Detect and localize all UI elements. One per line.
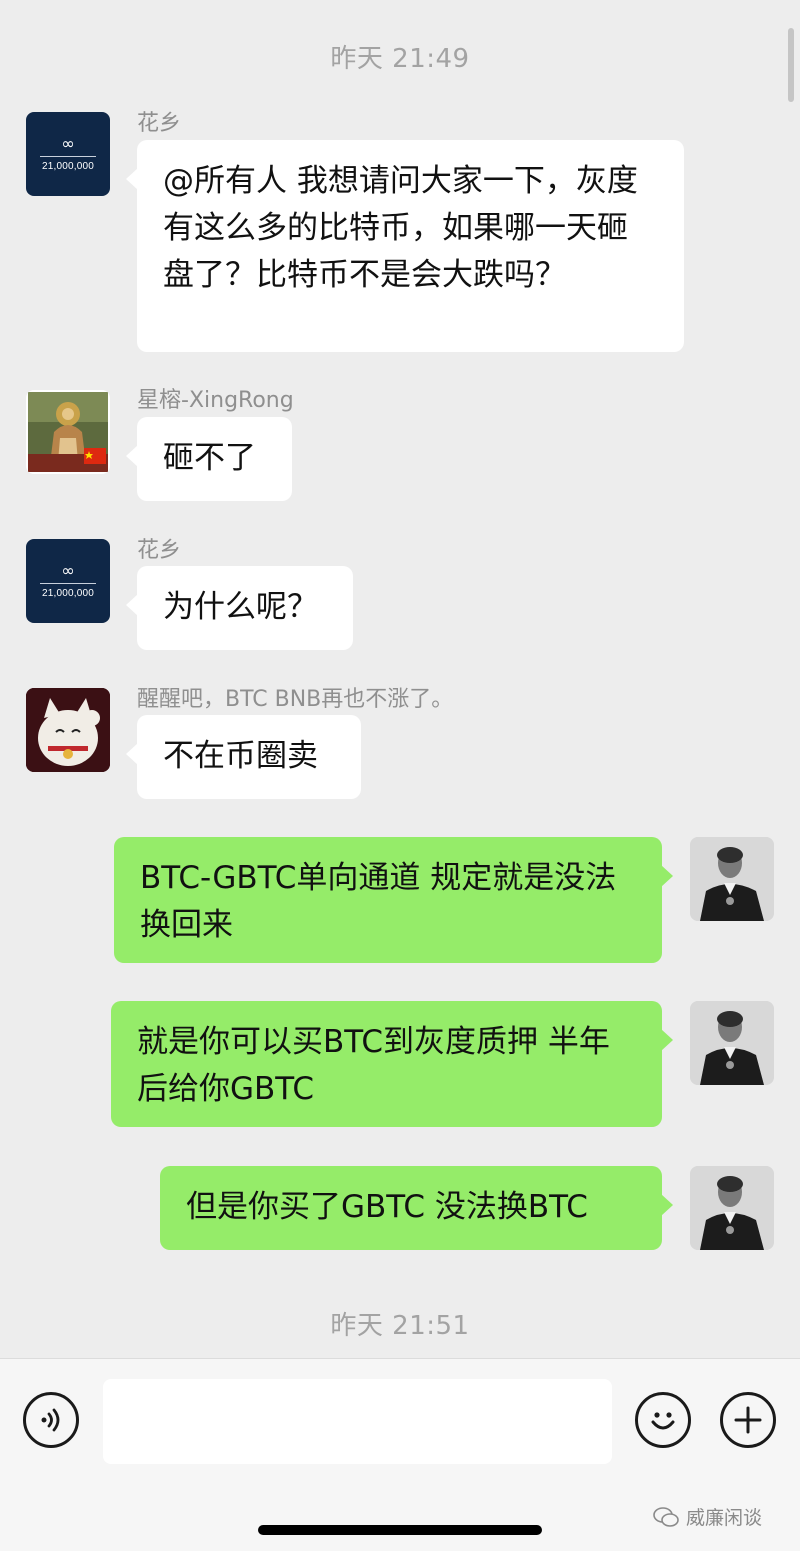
sender-name: 星榕-XingRong [137,388,294,413]
voice-icon [41,1408,60,1432]
message-bubble[interactable]: 不在币圈卖 [126,715,361,799]
message-bubble[interactable]: 为什么呢？ [126,566,353,650]
message-bubble[interactable]: @所有人 我想请问大家一下，灰度有这么多的比特币，如果哪一天砸盘了？比特币不是会… [126,140,684,352]
plus-icon [734,1406,762,1434]
watermark: 威廉闲谈 [652,1503,762,1530]
sender-name: 花乡 [137,538,182,563]
portrait-image [690,1166,774,1250]
divider [40,155,96,157]
timestamp: 昨天 21:49 [330,44,470,74]
infinity-symbol: ∞ [61,133,75,153]
avatar-caption: 21,000,000 [41,160,95,172]
message-bubble-outgoing[interactable]: 就是你可以买BTC到灰度质押 半年后给你GBTC [111,1001,673,1127]
message-bubble-outgoing[interactable]: BTC-GBTC单向通道 规定就是没法换回来 [114,837,673,963]
avatar-huaxiang[interactable]: ∞ 21,000,000 [26,539,110,623]
sender-name: 醒醒吧，BTC BNB再也不涨了。 [137,687,454,712]
home-indicator[interactable] [258,1525,542,1535]
avatar-huaxiang[interactable]: ∞ 21,000,000 [26,112,110,196]
portrait-image [690,837,774,921]
voice-button[interactable] [23,1392,79,1448]
plus-button[interactable] [720,1392,776,1448]
avatar-xingxingba[interactable] [26,688,110,772]
infinity-symbol: ∞ [61,560,75,580]
divider [40,582,96,584]
avatar-self[interactable] [690,837,774,921]
message-input[interactable] [103,1379,612,1464]
chat-area: 昨天 21:49 ∞ 21,000,000 花乡 @所有人 我想请问大家一下，灰… [0,0,800,1358]
buddha-painting-image [28,392,108,472]
message-bubble[interactable]: 砸不了 [126,417,292,501]
wechat-icon [653,1506,679,1527]
avatar-self[interactable] [690,1166,774,1250]
watermark-text: 威廉闲谈 [686,1507,763,1529]
sender-name: 花乡 [137,111,182,136]
timestamp: 昨天 21:51 [330,1311,470,1341]
avatar-xingrong[interactable] [26,390,110,474]
emoji-icon [651,1412,675,1430]
avatar-self[interactable] [690,1001,774,1085]
portrait-image [690,1001,774,1085]
input-bar: 威廉闲谈 [0,1358,800,1551]
emoji-button[interactable] [635,1392,691,1448]
avatar-caption: 21,000,000 [41,587,95,599]
message-bubble-outgoing[interactable]: 但是你买了GBTC 没法换BTC [160,1166,673,1250]
lucky-cat-image [26,688,110,772]
